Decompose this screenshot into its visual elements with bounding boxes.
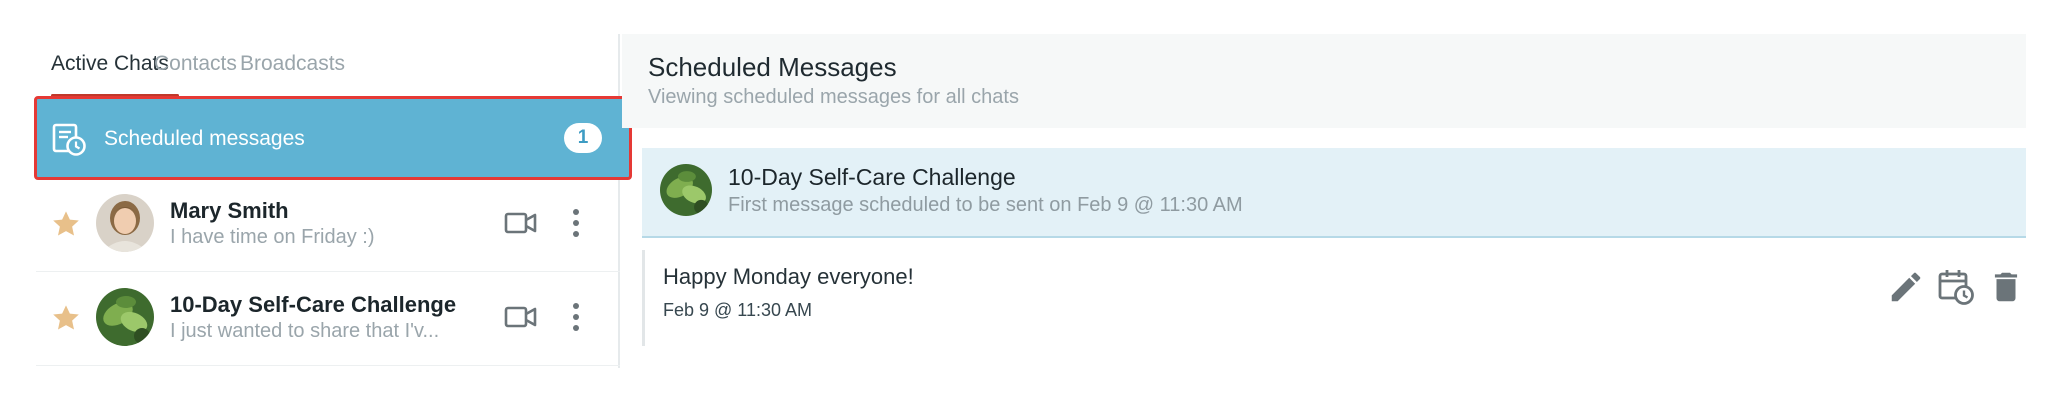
video-call-icon[interactable] [504,210,538,236]
avatar [96,288,154,346]
scheduled-messages-item[interactable]: Scheduled messages 1 [34,96,632,180]
scheduled-message-icon [52,122,86,156]
chat-item-mary-smith[interactable]: Mary Smith I have time on Friday :) [36,180,620,272]
edit-icon[interactable] [1887,268,1925,306]
tab-contacts[interactable]: Contacts [154,52,237,76]
scheduled-chat-header[interactable]: 10-Day Self-Care Challenge First message… [642,148,2026,238]
panel-header: Scheduled Messages Viewing scheduled mes… [622,34,2026,128]
scheduled-messages-panel: Scheduled Messages Viewing scheduled mes… [622,34,2048,368]
scheduled-message-item: Happy Monday everyone! Feb 9 @ 11:30 AM [642,250,2026,346]
page-subtitle: Viewing scheduled messages for all chats [648,86,1019,108]
chat-list-panel: Active Chats Contacts Broadcasts Schedul… [34,34,632,368]
delete-icon[interactable] [1987,268,2025,306]
scheduled-messages-label: Scheduled messages [104,127,305,150]
active-tab-indicator [51,94,179,97]
message-scheduled-time: Feb 9 @ 11:30 AM [663,300,813,320]
chat-preview: I just wanted to share that I'v... [170,320,440,342]
message-text: Happy Monday everyone! [663,264,914,289]
scheduled-chat-name: 10-Day Self-Care Challenge [728,164,1016,190]
chat-name: 10-Day Self-Care Challenge [170,292,457,317]
avatar [96,194,154,252]
chat-name: Mary Smith [170,198,289,223]
scheduled-chat-subtitle: First message scheduled to be sent on Fe… [728,194,1243,216]
star-icon[interactable] [50,208,82,240]
star-icon[interactable] [50,302,82,334]
reschedule-icon[interactable] [1937,268,1975,306]
chat-tabs: Active Chats Contacts Broadcasts [36,34,620,97]
scheduled-count-badge: 1 [564,123,602,153]
tab-active-chats[interactable]: Active Chats [51,52,169,76]
more-options-icon[interactable] [570,300,582,334]
video-call-icon[interactable] [504,304,538,330]
more-options-icon[interactable] [570,206,582,240]
chat-item-self-care-challenge[interactable]: 10-Day Self-Care Challenge I just wanted… [36,274,620,366]
tab-broadcasts[interactable]: Broadcasts [240,52,345,76]
avatar [660,164,712,216]
page-title: Scheduled Messages [648,52,897,82]
chat-preview: I have time on Friday :) [170,226,375,248]
